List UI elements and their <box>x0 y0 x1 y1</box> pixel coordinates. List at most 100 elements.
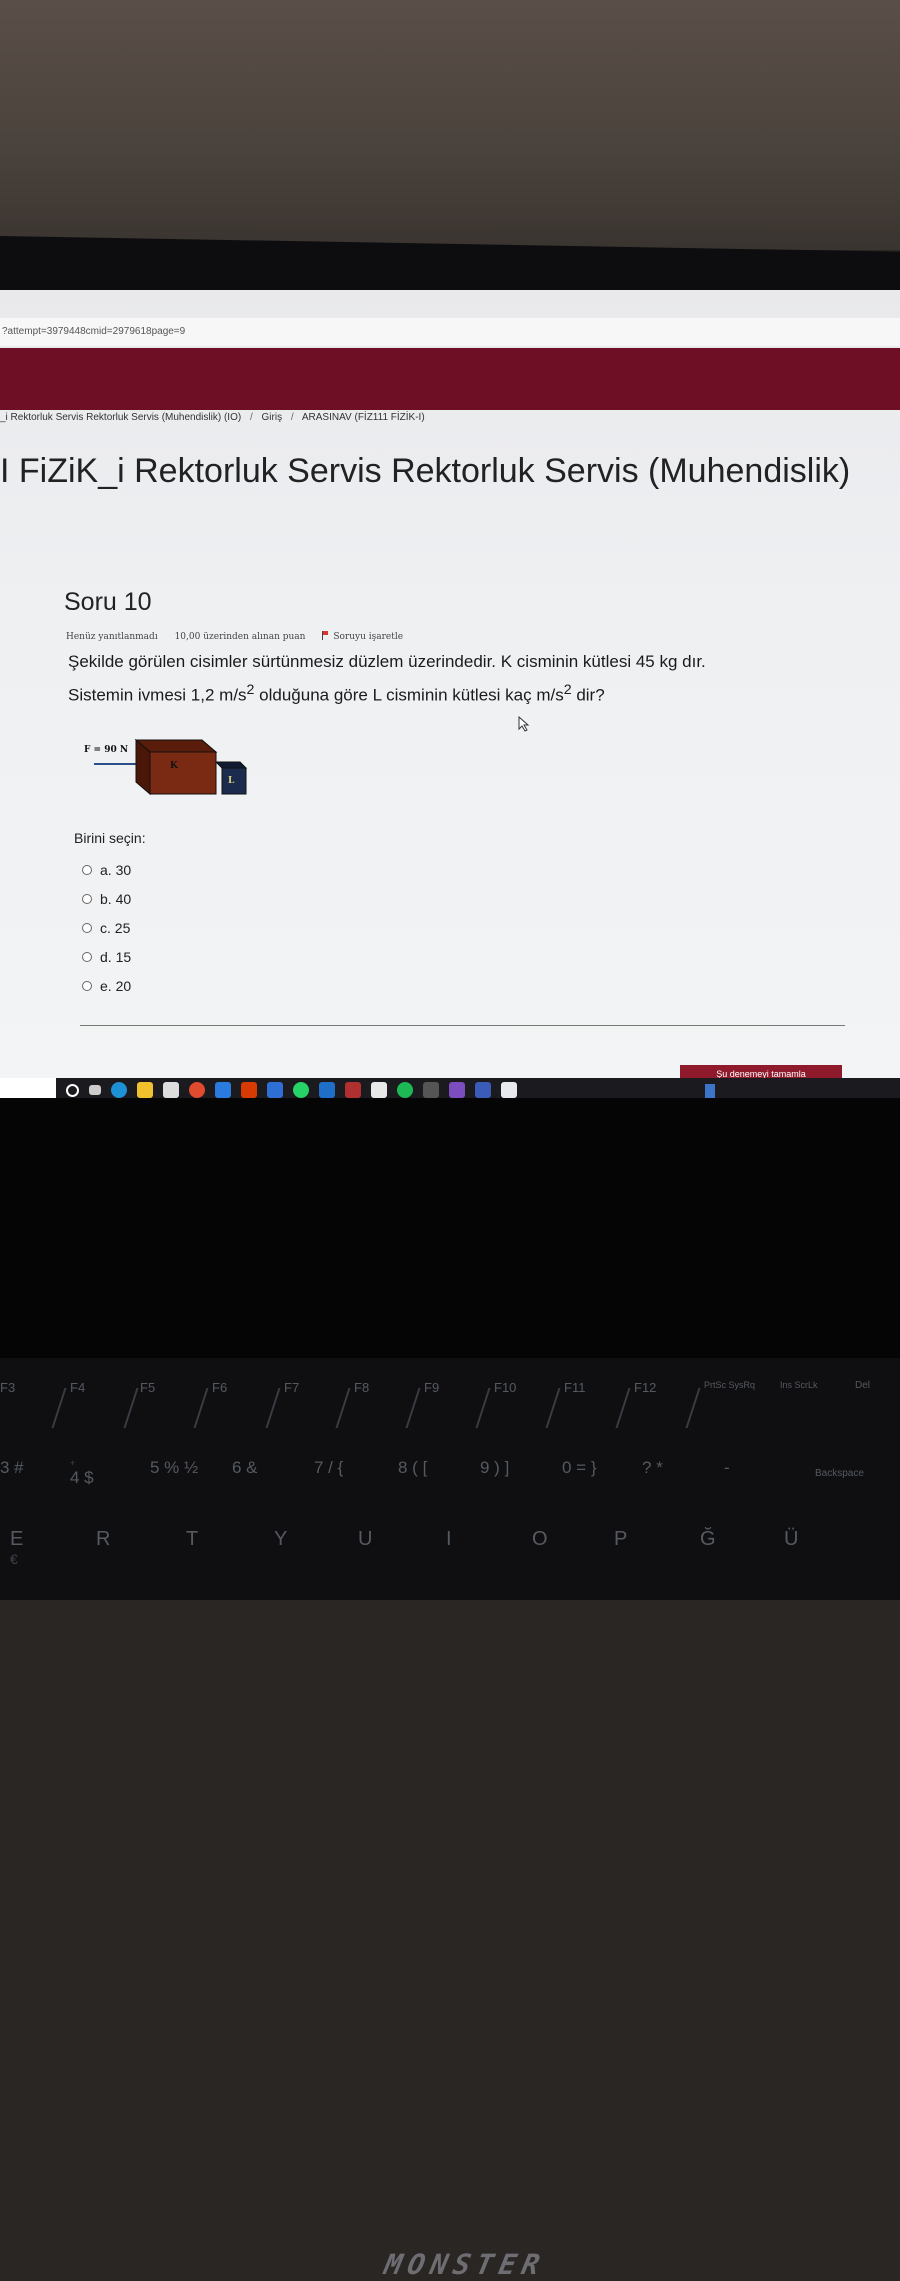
key-sub-label: + <box>70 1458 76 1468</box>
radio-button[interactable] <box>82 922 92 933</box>
site-header-bar <box>0 348 900 410</box>
flag-icon <box>322 631 330 640</box>
question-text-line2: Sistemin ivmesi 1,2 m/s 2 olduğuna göre L… <box>68 676 858 710</box>
key-f6[interactable]: F6 <box>212 1380 227 1395</box>
app-icon[interactable] <box>475 1082 491 1098</box>
search-icon[interactable] <box>66 1084 79 1097</box>
key-divider <box>615 1388 631 1428</box>
key-prtsc[interactable]: PrtSc SysRq <box>704 1380 764 1390</box>
key-divider <box>685 1388 701 1428</box>
key-f7[interactable]: F7 <box>284 1380 299 1395</box>
option-e[interactable]: e. 20 <box>82 971 131 1000</box>
key-8[interactable]: 8 ( [ <box>398 1458 427 1478</box>
key-f3[interactable]: F3 <box>0 1380 15 1395</box>
store-icon[interactable] <box>163 1082 179 1098</box>
key-f12[interactable]: F12 <box>634 1380 656 1395</box>
key-3[interactable]: 3 # <box>0 1458 24 1478</box>
key-label: 8 ( <box>398 1458 418 1477</box>
radio-button[interactable] <box>82 864 92 875</box>
key-divider <box>51 1388 67 1428</box>
option-b[interactable]: b. 40 <box>82 884 131 913</box>
option-c[interactable]: c. 25 <box>82 913 131 942</box>
key-0[interactable]: 0 = } <box>562 1458 597 1478</box>
key-label: 7 / <box>314 1458 333 1477</box>
block-k <box>149 751 217 795</box>
letter-key-row: E € R T Y U I O P Ğ Ü <box>0 1518 900 1598</box>
key-t[interactable]: T <box>186 1528 198 1551</box>
breadcrumb-item-course[interactable]: _i Rektorluk Servis Rektorluk Servis (Mu… <box>0 412 241 423</box>
calendar-icon[interactable] <box>371 1082 387 1098</box>
key-label: E <box>10 1528 24 1550</box>
question-text-line1: Şekilde görülen cisimler sürtünmesiz düz… <box>68 652 706 671</box>
app-icon[interactable] <box>345 1082 361 1098</box>
task-view-icon[interactable] <box>89 1085 101 1095</box>
key-e[interactable]: E € <box>10 1528 23 1567</box>
checkmark-icon[interactable] <box>319 1082 335 1098</box>
key-sub-label: ] <box>504 1458 510 1477</box>
key-f9[interactable]: F9 <box>424 1380 439 1395</box>
key-sub-label: ½ <box>184 1458 199 1477</box>
key-i[interactable]: I <box>446 1528 452 1551</box>
flag-question-link[interactable]: Soruyu işaretle <box>322 631 417 642</box>
key-9[interactable]: 9 ) ] <box>480 1458 509 1478</box>
app-icon[interactable] <box>501 1082 517 1098</box>
app-icon[interactable] <box>423 1082 439 1098</box>
whatsapp-icon[interactable] <box>293 1082 309 1098</box>
edge-icon[interactable] <box>111 1082 127 1098</box>
finish-attempt-button[interactable]: Şu denemeyi tamamla <box>680 1065 842 1079</box>
app-icon[interactable] <box>215 1082 231 1098</box>
key-minus[interactable]: - <box>724 1458 730 1478</box>
key-4[interactable]: +4 $ <box>70 1458 94 1488</box>
key-y[interactable]: Y <box>274 1528 287 1551</box>
option-d[interactable]: d. 15 <box>82 942 131 971</box>
notification-icon[interactable] <box>705 1084 715 1098</box>
visual-studio-icon[interactable] <box>449 1082 465 1098</box>
key-f4[interactable]: F4 <box>70 1380 85 1395</box>
key-label: 9 ) <box>480 1458 500 1477</box>
option-label: a. 30 <box>100 861 132 878</box>
key-label: 0 = <box>562 1458 587 1477</box>
question-points: 10,00 üzerinden alınan puan <box>174 632 306 642</box>
key-divider <box>123 1388 139 1428</box>
key-p[interactable]: P <box>614 1528 627 1551</box>
key-f11[interactable]: F11 <box>564 1380 585 1395</box>
key-u-umlaut[interactable]: Ü <box>784 1528 798 1551</box>
mail-icon[interactable] <box>267 1082 283 1098</box>
radio-button[interactable] <box>82 893 92 904</box>
radio-button[interactable] <box>82 980 92 991</box>
folder-icon[interactable] <box>137 1082 153 1098</box>
question-status: Henüz yanıtlanmadı <box>66 632 158 642</box>
key-r[interactable]: R <box>96 1528 110 1551</box>
address-bar[interactable]: ?attempt=3979448cmid=2979618page=9 <box>0 318 900 346</box>
key-divider <box>545 1388 561 1428</box>
key-f5[interactable]: F5 <box>140 1380 155 1395</box>
key-sub-label: } <box>590 1458 597 1477</box>
office-icon[interactable] <box>241 1082 257 1098</box>
key-backspace[interactable]: Backspace <box>815 1468 864 1479</box>
chrome-icon[interactable] <box>189 1082 205 1098</box>
spotify-icon[interactable] <box>397 1082 413 1098</box>
key-label: 4 $ <box>70 1468 94 1487</box>
key-ins[interactable]: Ins ScrLk <box>780 1380 830 1390</box>
key-divider <box>265 1388 281 1428</box>
key-divider <box>475 1388 491 1428</box>
breadcrumb-item-exam[interactable]: ARASINAV (FİZ111 FİZİK-I) <box>302 412 425 423</box>
key-u[interactable]: U <box>358 1528 372 1551</box>
option-a[interactable]: a. 30 <box>82 855 131 884</box>
superscript: 2 <box>563 682 572 698</box>
key-g-breve[interactable]: Ğ <box>700 1528 716 1551</box>
radio-button[interactable] <box>82 951 92 962</box>
key-question[interactable]: ? * <box>642 1458 663 1478</box>
key-o[interactable]: O <box>532 1528 548 1551</box>
key-f10[interactable]: F10 <box>494 1380 516 1395</box>
force-label: F = 90 N <box>84 745 128 755</box>
key-del[interactable]: Del <box>855 1380 870 1391</box>
key-6[interactable]: 6 & <box>232 1458 258 1478</box>
breadcrumb-item-giris[interactable]: Giriş <box>262 412 283 423</box>
key-label: ? <box>642 1458 652 1477</box>
key-5[interactable]: 5 % ½ <box>150 1458 198 1478</box>
option-label: d. 15 <box>100 948 132 965</box>
key-f8[interactable]: F8 <box>354 1380 369 1395</box>
key-7[interactable]: 7 / { <box>314 1458 343 1478</box>
option-label: e. 20 <box>100 977 132 994</box>
